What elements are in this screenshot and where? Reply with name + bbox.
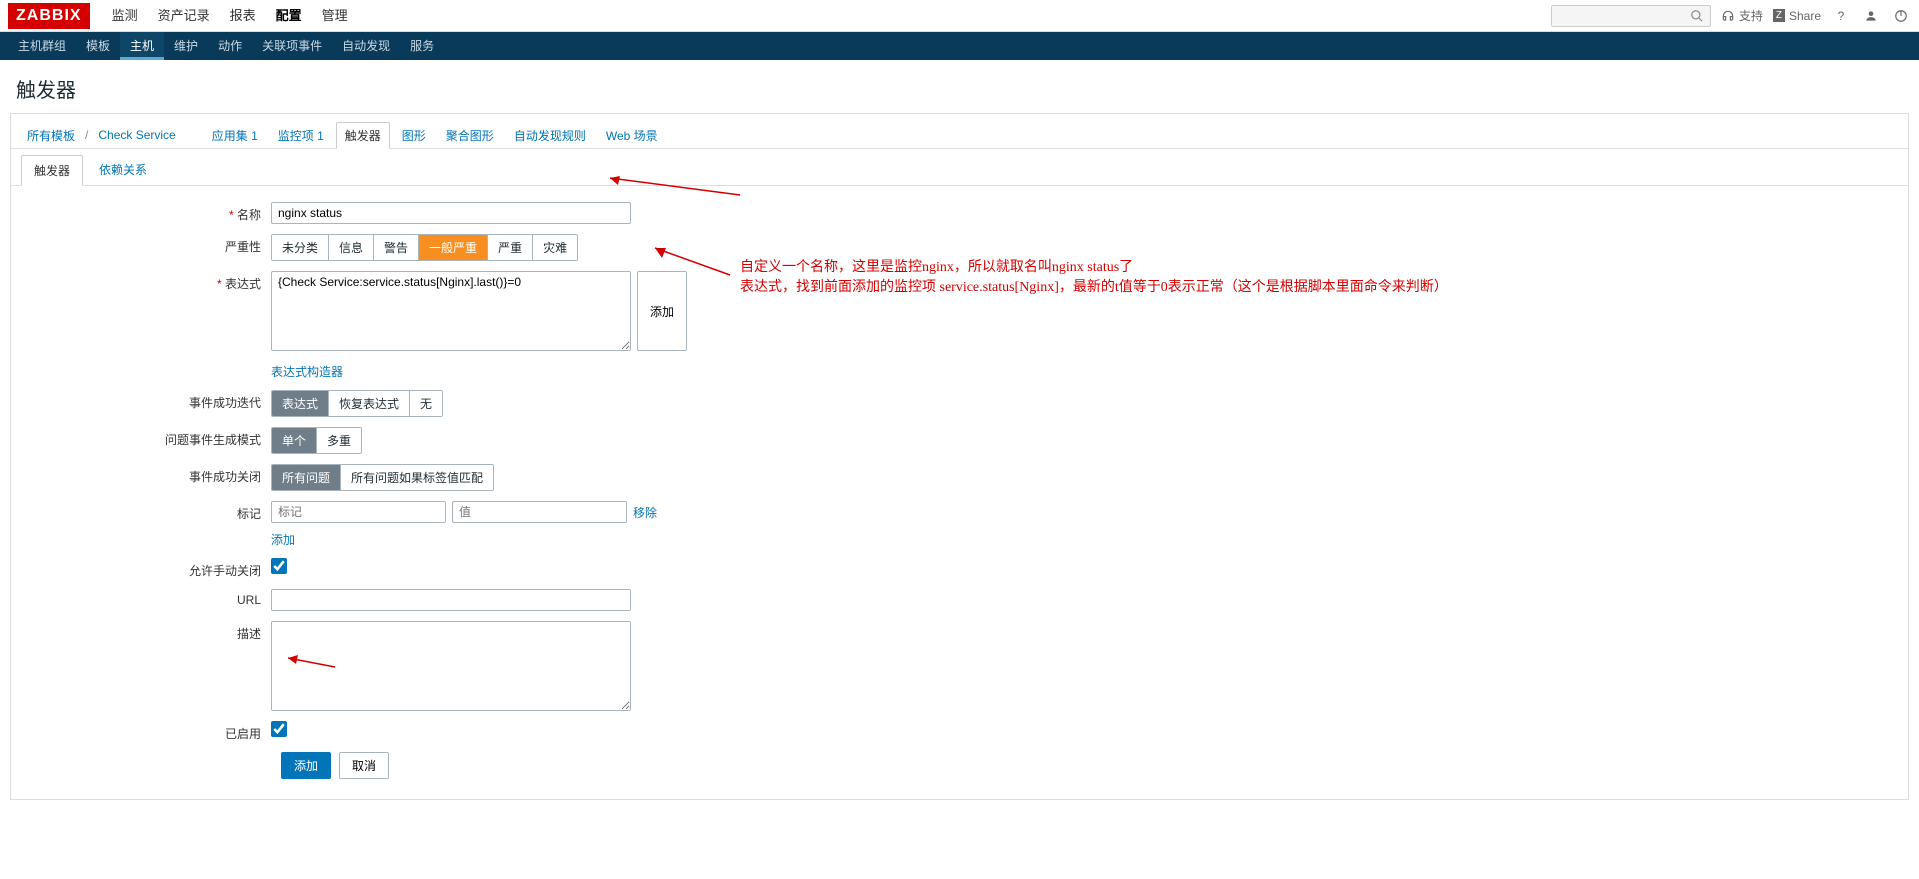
tab-screens[interactable]: 聚合图形 <box>438 123 502 148</box>
top-nav: 监测 资产记录 报表 配置 管理 <box>102 0 1551 32</box>
search-icon <box>1690 9 1704 23</box>
breadcrumb-sep: / <box>85 128 88 142</box>
sub-nav: 主机群组 模板 主机 维护 动作 关联项事件 自动发现 服务 <box>0 32 1919 60</box>
search-box[interactable] <box>1551 5 1711 27</box>
desc-label: 描述 <box>21 621 271 642</box>
problem-mode-multiple[interactable]: 多重 <box>317 428 361 453</box>
top-nav-monitor[interactable]: 监测 <box>102 0 148 32</box>
sub-nav-maintenance[interactable]: 维护 <box>164 32 208 60</box>
problem-mode-label: 问题事件生成模式 <box>21 427 271 448</box>
share-link[interactable]: Z Share <box>1773 9 1821 23</box>
enabled-label: 已启用 <box>21 721 271 742</box>
top-nav-reports[interactable]: 报表 <box>220 0 266 32</box>
breadcrumb-all-templates[interactable]: 所有模板 <box>21 123 81 148</box>
top-nav-admin[interactable]: 管理 <box>312 0 358 32</box>
tag-add-link[interactable]: 添加 <box>271 531 295 548</box>
header: ZABBIX 监测 资产记录 报表 配置 管理 支持 Z Share ? <box>0 0 1919 32</box>
severity-label: 严重性 <box>21 234 271 255</box>
event-close-label: 事件成功关闭 <box>21 464 271 485</box>
sub-nav-templates[interactable]: 模板 <box>76 32 120 60</box>
submit-button[interactable]: 添加 <box>281 752 331 779</box>
severity-average[interactable]: 一般严重 <box>419 235 488 260</box>
desc-textarea[interactable] <box>271 621 631 711</box>
name-input[interactable] <box>271 202 631 224</box>
event-close-group: 所有问题 所有问题如果标签值匹配 <box>271 464 494 491</box>
tab-discovery-rules[interactable]: 自动发现规则 <box>506 123 594 148</box>
manual-close-checkbox[interactable] <box>271 558 287 574</box>
help-icon[interactable]: ? <box>1831 6 1851 26</box>
problem-mode-group: 单个 多重 <box>271 427 362 454</box>
support-link[interactable]: 支持 <box>1721 7 1763 24</box>
content-wrap: 所有模板 / Check Service 应用集 1 监控项 1 触发器 图形 … <box>10 113 1909 800</box>
top-nav-config[interactable]: 配置 <box>266 0 312 32</box>
event-iter-none[interactable]: 无 <box>410 391 442 416</box>
form-tab-dependencies[interactable]: 依赖关系 <box>87 155 159 185</box>
severity-group: 未分类 信息 警告 一般严重 严重 灾难 <box>271 234 578 261</box>
top-nav-inventory[interactable]: 资产记录 <box>148 0 220 32</box>
tags-label: 标记 <box>21 501 271 522</box>
breadcrumb-template[interactable]: Check Service <box>92 124 181 146</box>
tag-name-input[interactable] <box>271 501 446 523</box>
sub-nav-hosts[interactable]: 主机 <box>120 32 164 60</box>
page-title: 触发器 <box>0 60 1919 113</box>
severity-unclassified[interactable]: 未分类 <box>272 235 329 260</box>
tab-triggers[interactable]: 触发器 <box>336 122 390 149</box>
form-tabs: 触发器 依赖关系 <box>11 149 1908 186</box>
logo: ZABBIX <box>8 3 90 29</box>
manual-close-label: 允许手动关闭 <box>21 558 271 579</box>
enabled-checkbox[interactable] <box>271 721 287 737</box>
sub-nav-services[interactable]: 服务 <box>400 32 444 60</box>
tab-nav: 所有模板 / Check Service 应用集 1 监控项 1 触发器 图形 … <box>11 114 1908 149</box>
form-body: 名称 严重性 未分类 信息 警告 一般严重 严重 灾难 表达式 <box>11 186 1908 799</box>
share-icon: Z <box>1773 9 1785 22</box>
event-iter-recovery[interactable]: 恢复表达式 <box>329 391 410 416</box>
headset-icon <box>1721 9 1735 23</box>
sub-nav-correlation[interactable]: 关联项事件 <box>252 32 332 60</box>
url-input[interactable] <box>271 589 631 611</box>
sub-nav-actions[interactable]: 动作 <box>208 32 252 60</box>
expression-builder-link[interactable]: 表达式构造器 <box>271 365 343 379</box>
tag-value-input[interactable] <box>452 501 627 523</box>
tag-remove-link[interactable]: 移除 <box>633 504 657 521</box>
tab-web[interactable]: Web 场景 <box>598 123 666 148</box>
event-iter-expression[interactable]: 表达式 <box>272 391 329 416</box>
severity-high[interactable]: 严重 <box>488 235 533 260</box>
sub-nav-hostgroups[interactable]: 主机群组 <box>8 32 76 60</box>
tab-applications[interactable]: 应用集 1 <box>204 123 266 148</box>
cancel-button[interactable]: 取消 <box>339 752 389 779</box>
event-iteration-label: 事件成功迭代 <box>21 390 271 411</box>
tab-graphs[interactable]: 图形 <box>394 123 434 148</box>
severity-info[interactable]: 信息 <box>329 235 374 260</box>
header-right: 支持 Z Share ? <box>1551 5 1911 27</box>
event-close-tag[interactable]: 所有问题如果标签值匹配 <box>341 465 493 490</box>
expression-textarea[interactable]: {Check Service:service.status[Nginx].las… <box>271 271 631 351</box>
severity-disaster[interactable]: 灾难 <box>533 235 577 260</box>
problem-mode-single[interactable]: 单个 <box>272 428 317 453</box>
expression-add-button[interactable]: 添加 <box>637 271 687 351</box>
event-iteration-group: 表达式 恢复表达式 无 <box>271 390 443 417</box>
tab-items[interactable]: 监控项 1 <box>270 123 332 148</box>
sub-nav-discovery[interactable]: 自动发现 <box>332 32 400 60</box>
event-close-all[interactable]: 所有问题 <box>272 465 341 490</box>
name-label: 名称 <box>21 202 271 223</box>
logout-icon[interactable] <box>1891 6 1911 26</box>
expression-label: 表达式 <box>21 271 271 292</box>
severity-warning[interactable]: 警告 <box>374 235 419 260</box>
url-label: URL <box>21 589 271 607</box>
user-icon[interactable] <box>1861 6 1881 26</box>
form-tab-trigger[interactable]: 触发器 <box>21 155 83 186</box>
